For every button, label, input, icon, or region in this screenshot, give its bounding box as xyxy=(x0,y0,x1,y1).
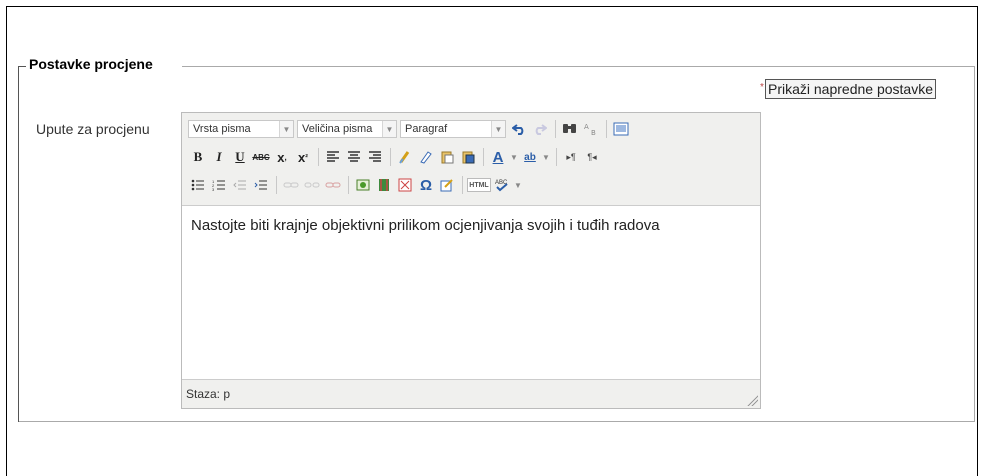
paste-text-icon[interactable] xyxy=(437,147,457,167)
toolbar-separator xyxy=(390,148,391,166)
svg-text:A: A xyxy=(584,123,589,131)
font-size-value: Veličina pisma xyxy=(302,123,373,135)
fieldset-left-border xyxy=(18,66,19,422)
editor-toolbar: Vrsta pisma ▼ Veličina pisma ▼ Paragraf … xyxy=(182,113,760,205)
toolbar-row-3: 123 Ω HTML ABC ▼ xyxy=(188,174,524,196)
eraser-icon[interactable] xyxy=(416,147,436,167)
ltr-icon[interactable]: ▸¶ xyxy=(561,147,581,167)
toolbar-separator xyxy=(556,148,557,166)
html-source-icon[interactable]: HTML xyxy=(467,178,491,192)
font-family-value: Vrsta pisma xyxy=(193,123,251,135)
toolbar-separator xyxy=(606,120,607,138)
strikethrough-icon[interactable]: ABC xyxy=(251,147,271,167)
fullscreen-icon[interactable] xyxy=(611,119,631,139)
toolbar-separator xyxy=(318,148,319,166)
toolbar-separator xyxy=(483,148,484,166)
chevron-down-icon: ▼ xyxy=(382,121,396,137)
rtl-icon[interactable]: ¶◂ xyxy=(582,147,602,167)
edit-icon[interactable] xyxy=(437,175,457,195)
bold-icon[interactable]: B xyxy=(188,147,208,167)
field-label: Upute za procjenu xyxy=(36,121,150,137)
show-advanced-button[interactable]: Prikaži napredne postavke xyxy=(765,79,936,99)
chevron-down-icon: ▼ xyxy=(491,121,505,137)
toolbar-separator xyxy=(348,176,349,194)
superscript-icon[interactable]: x² xyxy=(293,147,313,167)
chevron-down-icon[interactable]: ▼ xyxy=(509,147,519,167)
align-center-icon[interactable] xyxy=(344,147,364,167)
chevron-down-icon[interactable]: ▼ xyxy=(541,147,551,167)
toolbar-separator xyxy=(555,120,556,138)
toolbar-separator xyxy=(276,176,277,194)
paste-word-icon[interactable] xyxy=(458,147,478,167)
bullet-list-icon[interactable] xyxy=(188,175,208,195)
link-icon[interactable] xyxy=(281,175,301,195)
svg-text:B: B xyxy=(591,129,596,136)
unlink-icon[interactable] xyxy=(302,175,322,195)
media-icon[interactable] xyxy=(374,175,394,195)
special-char-icon[interactable]: Ω xyxy=(416,175,436,195)
fieldset-top-border-left xyxy=(18,66,26,67)
italic-icon[interactable]: I xyxy=(209,147,229,167)
clean-format-icon[interactable] xyxy=(395,147,415,167)
resize-handle-icon[interactable] xyxy=(746,394,758,406)
chevron-down-icon[interactable]: ▼ xyxy=(513,175,523,195)
align-right-icon[interactable] xyxy=(365,147,385,167)
format-select[interactable]: Paragraf ▼ xyxy=(400,120,506,138)
spellcheck-icon[interactable]: ABC xyxy=(492,175,512,195)
underline-icon[interactable]: U xyxy=(230,147,250,167)
editor-content-area[interactable]: Nastojte biti krajnje objektivni priliko… xyxy=(182,205,760,380)
fieldset-top-border-right xyxy=(182,66,975,67)
editor-status-bar: Staza: p xyxy=(182,381,760,408)
toolbar-row-2: B I U ABC x, x² A ▼ ab ▼ ▸¶ ¶◂ xyxy=(188,146,603,168)
rich-text-editor: Vrsta pisma ▼ Veličina pisma ▼ Paragraf … xyxy=(181,112,761,409)
highlight-color-icon[interactable]: ab xyxy=(520,147,540,167)
search-icon[interactable] xyxy=(560,119,580,139)
replace-icon[interactable]: AB xyxy=(581,119,601,139)
redo-icon[interactable] xyxy=(530,119,550,139)
font-size-select[interactable]: Veličina pisma ▼ xyxy=(297,120,397,138)
chevron-down-icon: ▼ xyxy=(279,121,293,137)
toolbar-separator xyxy=(462,176,463,194)
font-family-select[interactable]: Vrsta pisma ▼ xyxy=(188,120,294,138)
status-path: Staza: p xyxy=(186,387,231,401)
text-color-icon[interactable]: A xyxy=(488,147,508,167)
required-star: * xyxy=(760,82,764,93)
outdent-icon[interactable] xyxy=(230,175,250,195)
format-value: Paragraf xyxy=(405,123,448,135)
nolink-icon[interactable] xyxy=(323,175,343,195)
numbered-list-icon[interactable]: 123 xyxy=(209,175,229,195)
fieldset-legend: Postavke procjene xyxy=(28,56,154,72)
svg-text:3: 3 xyxy=(212,187,215,191)
editor-content-text[interactable]: Nastojte biti krajnje objektivni priliko… xyxy=(191,217,660,234)
indent-icon[interactable] xyxy=(251,175,271,195)
toolbar-row-1: Vrsta pisma ▼ Veličina pisma ▼ Paragraf … xyxy=(188,118,632,140)
undo-icon[interactable] xyxy=(509,119,529,139)
moodle-media-icon[interactable] xyxy=(395,175,415,195)
subscript-icon[interactable]: x, xyxy=(272,147,292,167)
image-icon[interactable] xyxy=(353,175,373,195)
align-left-icon[interactable] xyxy=(323,147,343,167)
